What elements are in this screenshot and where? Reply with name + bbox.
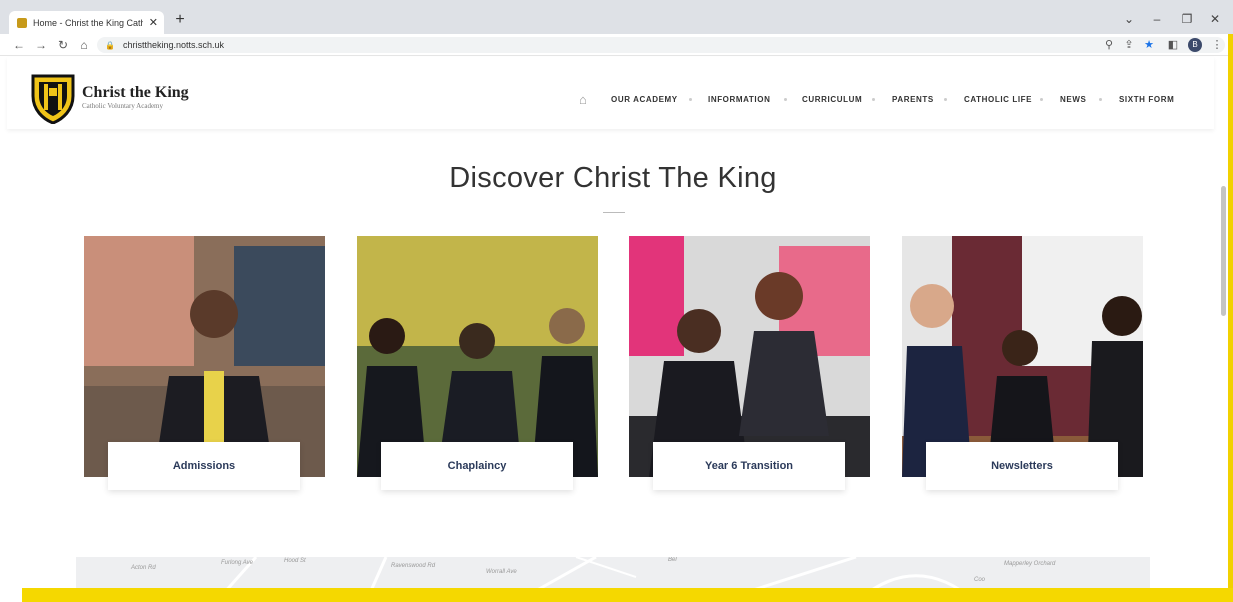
tab-title: Home - Christ the King Catholic (33, 17, 143, 28)
browser-tab[interactable]: Home - Christ the King Catholic ✕ (9, 11, 164, 34)
map-street-label: Worrall Ave (486, 569, 517, 575)
sidepanel-icon[interactable]: ◧ (1166, 38, 1180, 51)
card-chaplaincy-image[interactable] (357, 236, 598, 477)
map-street-label: Acton Rd (131, 565, 156, 571)
card-admissions-image[interactable] (84, 236, 325, 477)
nav-separator (872, 98, 875, 101)
highlight-border-bottom (22, 588, 1233, 602)
nav-separator (784, 98, 787, 101)
site-name: Christ the King (82, 84, 189, 101)
zoom-icon[interactable]: ⚲ (1102, 38, 1116, 51)
url-field[interactable]: 🔒 christtheking.notts.sch.uk (97, 37, 1225, 53)
forward-icon[interactable]: → (34, 38, 48, 52)
map-street-label: Hood St (284, 558, 306, 564)
nav-separator (944, 98, 947, 101)
favicon-icon (17, 17, 27, 28)
section-heading: Discover Christ The King (449, 162, 777, 194)
lock-icon: 🔒 (105, 40, 115, 50)
home-icon[interactable]: ⌂ (77, 38, 91, 52)
highlight-border-right (1228, 34, 1233, 602)
map-street-label: Ravenswood Rd (391, 563, 436, 569)
close-tab-icon[interactable]: ✕ (149, 16, 158, 29)
school-crest-logo[interactable] (30, 72, 76, 124)
site-subtitle: Catholic Voluntary Academy (82, 102, 164, 110)
nav-separator (1099, 98, 1102, 101)
bookmark-star-icon[interactable]: ★ (1142, 38, 1156, 51)
back-icon[interactable]: ← (12, 38, 26, 52)
nav-sixth-form[interactable]: SIXTH FORM (1119, 95, 1174, 104)
minimize-button[interactable]: – (1148, 12, 1166, 26)
card-admissions-label[interactable]: Admissions (108, 442, 300, 490)
nav-home-icon[interactable]: ⌂ (579, 92, 587, 107)
new-tab-button[interactable]: + (171, 11, 189, 29)
nav-information[interactable]: INFORMATION (708, 95, 770, 104)
card-year6-label[interactable]: Year 6 Transition (653, 442, 845, 490)
map-street-label: Coo (974, 577, 986, 583)
reload-icon[interactable]: ↻ (56, 38, 70, 52)
nav-parents[interactable]: PARENTS (892, 95, 934, 104)
heading-divider (603, 212, 625, 213)
profile-avatar[interactable]: B (1188, 38, 1202, 52)
card-newsletters-label[interactable]: Newsletters (926, 442, 1118, 490)
card-newsletters-image[interactable] (902, 236, 1143, 477)
card-year6-image[interactable] (629, 236, 870, 477)
nav-news[interactable]: NEWS (1060, 95, 1086, 104)
nav-curriculum[interactable]: CURRICULUM (802, 95, 862, 104)
menu-kebab-icon[interactable]: ⋮ (1210, 38, 1224, 51)
restore-button[interactable]: ❐ (1178, 12, 1196, 26)
card-chaplaincy-label[interactable]: Chaplaincy (381, 442, 573, 490)
page-scrollbar[interactable] (1221, 186, 1226, 316)
close-window-button[interactable]: ✕ (1206, 12, 1224, 26)
map-street-label: Mapperley Orchard (1004, 561, 1056, 567)
share-icon[interactable]: ⇪ (1122, 38, 1136, 51)
map-street-label: Furlong Ave (221, 560, 254, 566)
tab-search-icon[interactable]: ⌄ (1120, 12, 1138, 26)
nav-our-academy[interactable]: OUR ACADEMY (611, 95, 678, 104)
nav-separator (689, 98, 692, 101)
nav-separator (1040, 98, 1043, 101)
map-street-label: Bel (668, 557, 677, 563)
nav-catholic-life[interactable]: CATHOLIC LIFE (964, 95, 1032, 104)
url-text: christtheking.notts.sch.uk (122, 40, 225, 50)
